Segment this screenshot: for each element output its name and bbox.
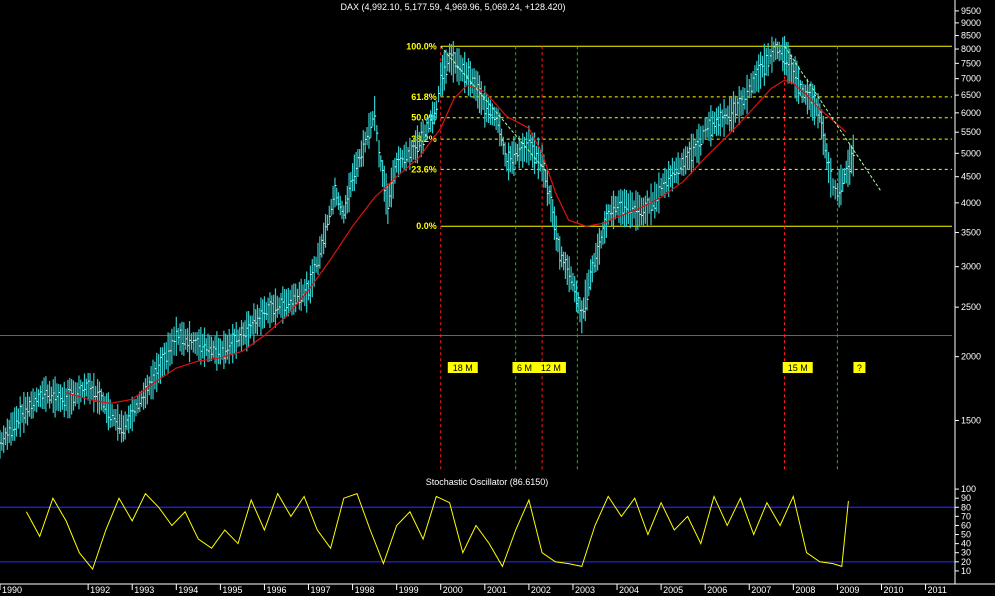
year-tick-label: 1997: [311, 585, 331, 595]
price-tick-label: 7500: [961, 58, 981, 68]
cycle-label: 12 M: [541, 363, 561, 373]
oscillator-title: Stochastic Oscillator (86.6150): [426, 477, 549, 487]
price-tick-label: 4000: [961, 198, 981, 208]
price-tick-label: 3500: [961, 227, 981, 237]
year-tick-label: 1996: [266, 585, 286, 595]
cycle-label: ?: [857, 363, 862, 373]
fibonacci-level-label: 0.0%: [416, 221, 437, 231]
chart-title: DAX (4,992.10, 5,177.59, 4,969.96, 5,069…: [341, 2, 566, 12]
year-tick-label: 2005: [663, 585, 683, 595]
price-tick-label: 9500: [961, 6, 981, 16]
year-tick-label: 2002: [531, 585, 551, 595]
year-tick-label: 2011: [928, 585, 947, 595]
year-tick-label: 2007: [751, 585, 771, 595]
price-tick-label: 8000: [961, 44, 981, 54]
price-tick-label: 6500: [961, 90, 981, 100]
price-tick-label: 9000: [961, 18, 981, 28]
price-tick-label: 7000: [961, 74, 981, 84]
year-tick-label: 1999: [399, 585, 419, 595]
price-tick-label: 2500: [961, 302, 981, 312]
year-tick-label: 2000: [443, 585, 463, 595]
price-tick-label: 6000: [961, 108, 981, 118]
dax-chart: DAX (4,992.10, 5,177.59, 4,969.96, 5,069…: [0, 0, 995, 596]
year-tick-label: 2004: [619, 585, 639, 595]
price-tick-label: 8500: [961, 31, 981, 41]
year-tick-label: 2008: [795, 585, 815, 595]
cycle-label: 15 M: [788, 363, 808, 373]
year-tick-label: 1998: [355, 585, 375, 595]
price-tick-label: 1500: [961, 415, 981, 425]
year-tick-label: 1990: [2, 585, 22, 595]
year-tick-label: 2010: [883, 585, 903, 595]
year-tick-label: 1992: [90, 585, 110, 595]
price-tick-label: 5500: [961, 127, 981, 137]
fibonacci-level-label: 61.8%: [411, 92, 437, 102]
fibonacci-level-label: 100.0%: [406, 41, 437, 51]
year-tick-label: 1993: [134, 585, 154, 595]
price-tick-label: 4500: [961, 172, 981, 182]
cycle-label: 6 M: [517, 363, 532, 373]
chart-canvas: DAX (4,992.10, 5,177.59, 4,969.96, 5,069…: [0, 0, 995, 596]
year-tick-label: 1995: [222, 585, 242, 595]
year-tick-label: 2009: [839, 585, 859, 595]
year-tick-label: 1994: [178, 585, 198, 595]
cycle-label: 18 M: [453, 363, 473, 373]
oscillator-tick-label: 10: [961, 566, 971, 576]
chart-background: [0, 0, 995, 596]
price-tick-label: 2000: [961, 352, 981, 362]
price-tick-label: 5000: [961, 148, 981, 158]
fibonacci-level-label: 23.6%: [411, 164, 437, 174]
price-tick-label: 3000: [961, 262, 981, 272]
year-tick-label: 2006: [707, 585, 727, 595]
year-tick-label: 2001: [487, 585, 507, 595]
year-tick-label: 2003: [575, 585, 595, 595]
